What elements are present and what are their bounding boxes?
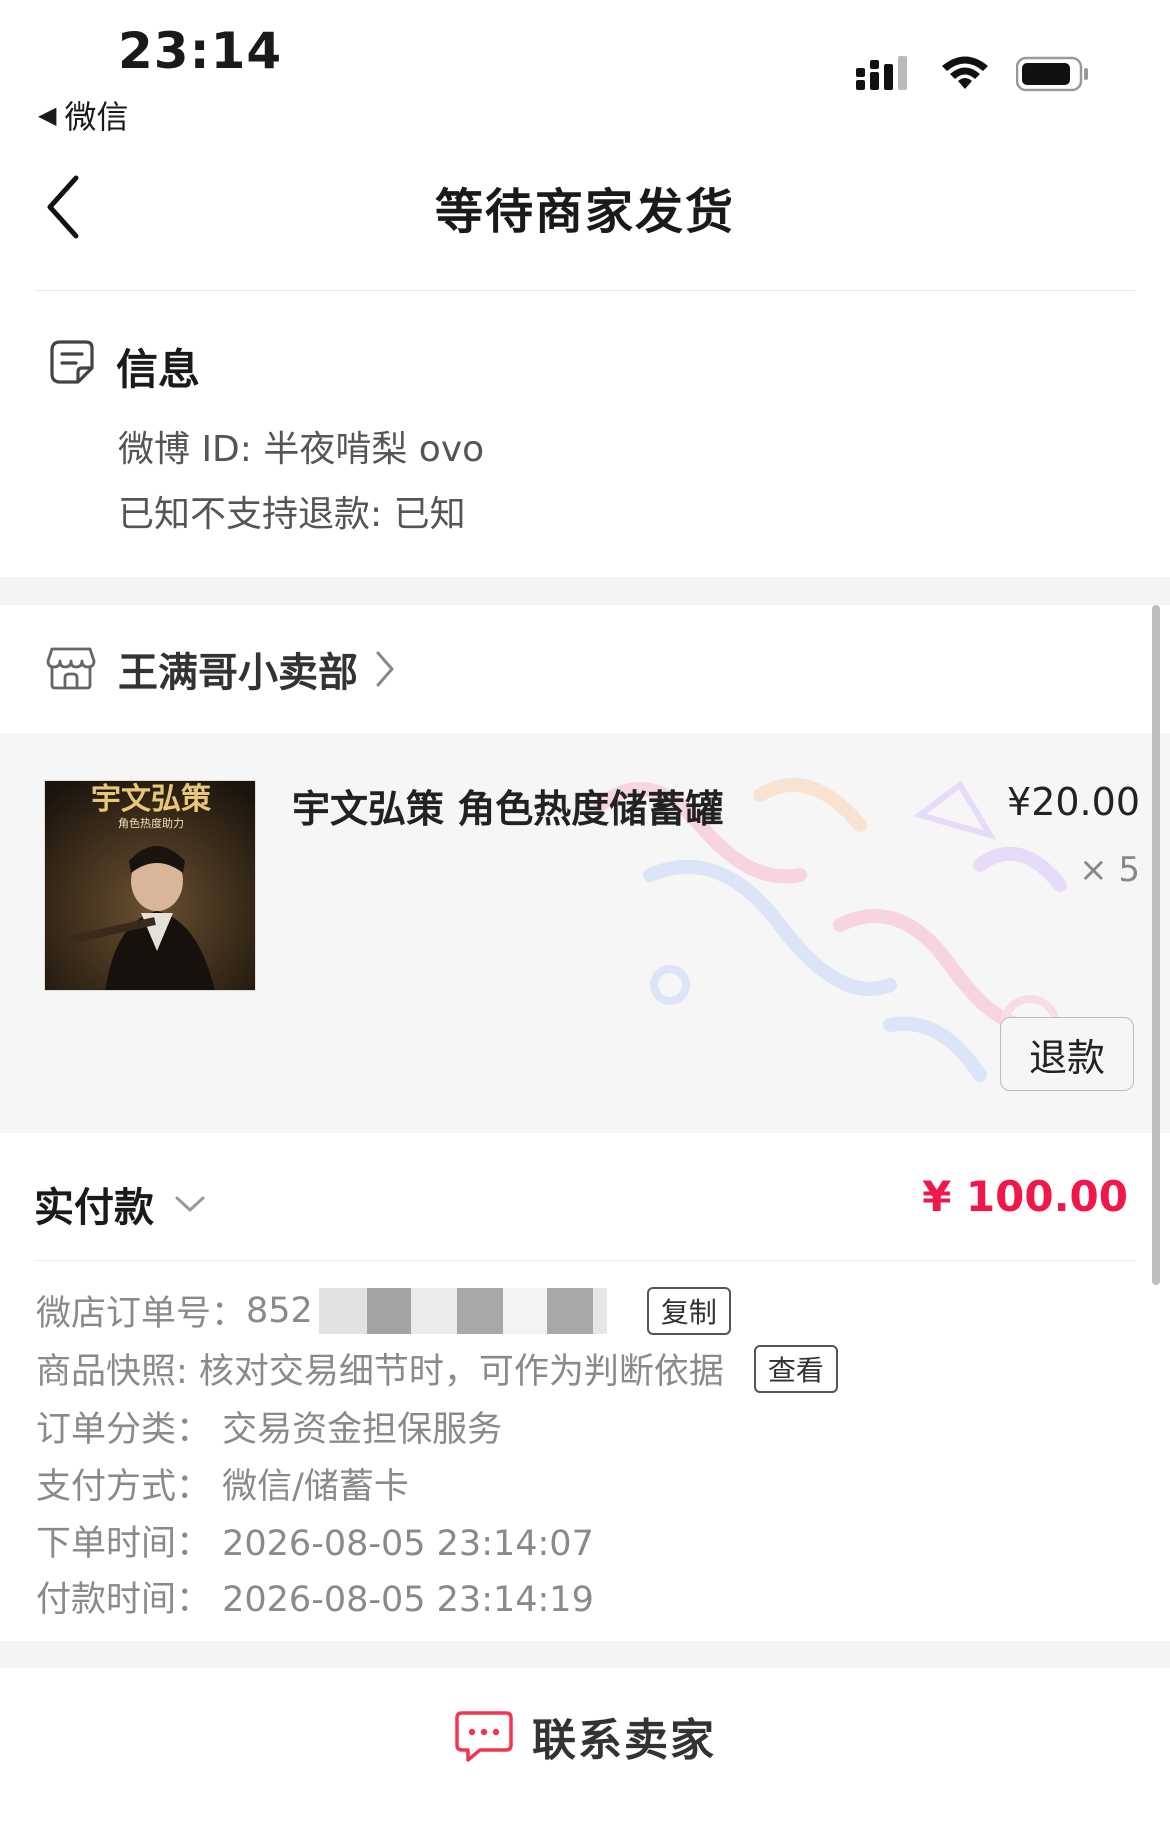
view-snapshot-button[interactable]: 查看 — [753, 1344, 838, 1393]
order-category: 订单分类： 交易资金担保服务 — [36, 1410, 503, 1450]
store-icon — [46, 647, 96, 690]
order-number-label: 微店订单号： — [36, 1294, 247, 1334]
contact-seller-label: 联系卖家 — [532, 1714, 716, 1766]
payment-time: 付款时间： 2026-08-05 23:14:19 — [36, 1580, 594, 1620]
page-title: 等待商家发货 — [434, 184, 735, 240]
scrollbar[interactable] — [1152, 605, 1160, 1285]
contact-seller-button[interactable]: 联系卖家 — [0, 1668, 1170, 1803]
product-image-subtitle: 角色热度助力 — [118, 816, 184, 830]
order-number-row: 微店订单号： 852 复制 — [36, 1285, 731, 1336]
snapshot-row: 商品快照: 核对交易细节时，可作为判断依据 查看 — [36, 1343, 838, 1394]
redacted-block — [318, 1287, 607, 1334]
product-image[interactable]: 宇文弘策 角色热度助力 — [44, 780, 256, 991]
snapshot-text: 商品快照: 核对交易细节时，可作为判断依据 — [36, 1352, 724, 1392]
back-to-app[interactable]: ◀ 微信 — [38, 92, 128, 138]
status-icons — [856, 54, 1090, 94]
signal-icon — [856, 56, 907, 90]
wifi-icon — [942, 56, 988, 89]
refund-button[interactable]: 退款 — [1000, 1017, 1134, 1091]
paid-amount: ¥ 100.00 — [922, 1172, 1128, 1221]
product-name[interactable]: 宇文弘策 角色热度储蓄罐 — [292, 778, 723, 833]
chevron-down-icon — [175, 1196, 205, 1212]
back-app-label: 微信 — [64, 98, 129, 136]
product-quantity: × 5 — [1079, 850, 1140, 890]
status-time: 23:14 — [118, 22, 283, 80]
section-gap — [0, 577, 1170, 605]
chevron-right-icon — [376, 651, 394, 687]
store-link[interactable]: 王满哥小卖部 — [118, 640, 396, 698]
memo-icon — [50, 340, 94, 384]
info-weibo-id: 微博 ID: 半夜啃梨 ovo — [118, 429, 485, 470]
divider — [35, 1260, 1135, 1261]
section-gap — [0, 1641, 1170, 1669]
store-name: 王满哥小卖部 — [118, 650, 358, 696]
divider — [35, 290, 1135, 291]
info-title: 信息 — [116, 345, 201, 394]
chat-bubble-icon — [455, 1710, 513, 1762]
order-number-value: 852 — [246, 1290, 313, 1331]
battery-icon — [1016, 56, 1088, 92]
copy-button[interactable]: 复制 — [646, 1286, 731, 1335]
product-image-title: 宇文弘策 — [91, 782, 211, 817]
paid-amount-toggle[interactable]: 实付款 — [34, 1175, 206, 1233]
back-triangle-icon: ◀ — [38, 101, 57, 129]
order-time: 下单时间： 2026-08-05 23:14:07 — [36, 1524, 594, 1564]
paid-label: 实付款 — [34, 1185, 154, 1231]
payment-method: 支付方式： 微信/储蓄卡 — [36, 1467, 409, 1507]
info-refund-notice: 已知不支持退款: 已知 — [118, 494, 466, 535]
product-price: ¥20.00 — [1007, 780, 1140, 824]
